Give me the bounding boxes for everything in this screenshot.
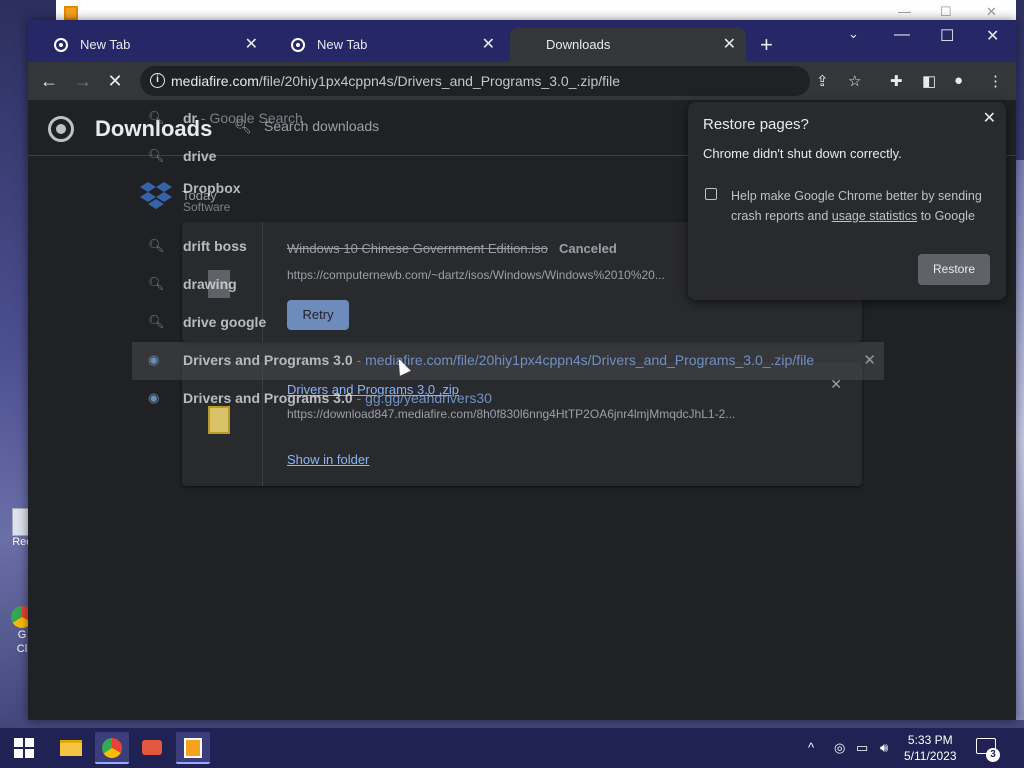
recorder-glyph — [142, 740, 162, 755]
checkbox-text: to Google — [917, 209, 975, 223]
retry-button[interactable]: Retry — [287, 300, 349, 330]
address-bar[interactable]: i mediafire.com/file/20hiy1px4cppn4s/Dri… — [140, 66, 861, 96]
tab-strip: New Tab ✕ New Tab ✕ Downloads ✕ + ⌄ — ☐ … — [28, 20, 1016, 62]
date: 5/11/2023 — [904, 749, 957, 763]
app-taskbar-icon[interactable] — [176, 732, 210, 764]
clock[interactable]: 5:33 PM 5/11/2023 — [904, 732, 957, 764]
forward-icon[interactable]: → — [72, 70, 94, 92]
network-icon[interactable]: ▭ — [856, 740, 868, 756]
url-host: mediafire.com — [171, 73, 259, 89]
bookmark-star-icon[interactable]: ☆ — [848, 72, 861, 90]
tab-label: Downloads — [546, 37, 611, 52]
maximize-icon[interactable]: ☐ — [940, 26, 954, 46]
chrome-logo-icon — [48, 116, 74, 142]
page-title: Downloads — [95, 116, 213, 141]
tab-new-tab-1[interactable]: New Tab ✕ — [36, 28, 268, 62]
menu-icon[interactable]: ⋮ — [988, 72, 1003, 90]
remove-suggestion-icon[interactable]: ✕ — [863, 351, 876, 369]
app-glyph — [184, 738, 202, 758]
tab-downloads[interactable]: Downloads ✕ — [510, 28, 746, 62]
restore-button[interactable]: Restore — [918, 254, 990, 285]
back-icon[interactable]: ← — [38, 70, 60, 92]
download-name[interactable]: Drivers and Programs 3.0 .zip — [287, 382, 459, 397]
tab-label: New Tab — [317, 37, 368, 52]
divider — [262, 222, 263, 342]
volume-icon[interactable]: 🔊︎ — [880, 740, 888, 756]
share-icon[interactable]: ⇪ — [816, 72, 829, 90]
tab-new-tab-2[interactable]: New Tab ✕ — [273, 28, 505, 62]
dialog-message: Chrome didn't shut down correctly. — [703, 146, 902, 161]
section-label: Today — [182, 188, 217, 203]
desktop-wallpaper-strip — [1016, 160, 1024, 720]
zip-file-icon — [208, 406, 230, 434]
close-tab-icon[interactable]: ✕ — [723, 28, 736, 62]
close-tab-icon[interactable]: ✕ — [482, 28, 495, 62]
tab-search-icon[interactable]: ⌄ — [848, 26, 859, 42]
recorder-icon[interactable] — [135, 732, 169, 764]
stop-icon[interactable]: ✕ — [104, 70, 126, 92]
tab-label: New Tab — [80, 37, 131, 52]
usage-statistics-link[interactable]: usage statistics — [832, 209, 917, 223]
time: 5:33 PM — [907, 733, 953, 747]
close-tab-icon[interactable]: ✕ — [245, 28, 258, 62]
file-icon — [208, 270, 230, 298]
file-explorer-icon[interactable] — [54, 732, 88, 764]
download-status: Canceled — [559, 241, 617, 256]
side-panel-icon[interactable]: ◧ — [922, 72, 936, 90]
divider — [262, 362, 263, 486]
crash-report-checkbox[interactable] — [705, 188, 717, 200]
taskbar: ^ ◎ ▭ 🔊︎ 5:33 PM 5/11/2023 3 — [0, 728, 1024, 768]
search-icon: 🔍︎ — [148, 276, 165, 291]
edge-icon: ◉ — [148, 390, 160, 405]
dialog-title: Restore pages? — [703, 116, 809, 133]
windows-start-icon[interactable] — [14, 738, 34, 758]
download-name[interactable]: Windows 10 Chinese Government Edition.is… — [287, 241, 548, 256]
search-icon: 🔍︎ — [148, 238, 165, 253]
dropbox-icon — [140, 182, 172, 209]
chevron-up-icon[interactable]: ^ — [808, 740, 814, 755]
minimize-icon[interactable]: — — [894, 26, 910, 44]
meet-now-icon[interactable]: ◎ — [834, 740, 845, 756]
folder-glyph — [60, 740, 82, 756]
maximize-icon[interactable]: ☐ — [940, 4, 952, 20]
close-icon[interactable]: ✕ — [983, 108, 996, 128]
search-downloads-input[interactable]: Search downloads — [264, 118, 379, 134]
close-window-icon[interactable]: ✕ — [986, 26, 999, 46]
download-item: Drivers and Programs 3.0 .zip https://do… — [182, 362, 862, 486]
url-text: mediafire.com/file/20hiy1px4cppn4s/Drive… — [171, 73, 620, 89]
site-info-icon[interactable]: i — [150, 73, 165, 88]
checkbox-label: Help make Google Chrome better by sendin… — [731, 186, 991, 226]
show-in-folder-link[interactable]: Show in folder — [287, 452, 369, 467]
profile-icon[interactable]: ● — [954, 72, 963, 89]
download-url[interactable]: https://download847.mediafire.com/8h0f83… — [287, 407, 787, 421]
new-tab-button[interactable]: + — [760, 34, 773, 56]
remove-download-icon[interactable]: ✕ — [830, 376, 842, 393]
chrome-taskbar-icon[interactable] — [95, 732, 129, 764]
minimize-icon[interactable]: — — [898, 4, 911, 19]
extensions-icon[interactable]: ✚ — [890, 72, 903, 90]
chrome-window: New Tab ✕ New Tab ✕ Downloads ✕ + ⌄ — ☐ … — [28, 20, 1016, 720]
search-icon: 🔍︎ — [234, 118, 252, 134]
restore-pages-dialog: Restore pages? ✕ Chrome didn't shut down… — [688, 102, 1006, 300]
search-icon: 🔍︎ — [148, 314, 165, 329]
close-icon[interactable]: ✕ — [986, 4, 997, 20]
chrome-icon — [54, 38, 68, 52]
url-path: /file/20hiy1px4cppn4s/Drivers_and_Progra… — [258, 73, 621, 89]
toolbar: ← → ✕ i mediafire.com/file/20hiy1px4cppn… — [28, 62, 1016, 100]
app-icon — [64, 6, 78, 20]
notification-count-badge: 3 — [986, 748, 1000, 762]
chrome-icon — [291, 38, 305, 52]
edge-icon: ◉ — [148, 352, 160, 367]
chrome-glyph — [102, 738, 122, 758]
